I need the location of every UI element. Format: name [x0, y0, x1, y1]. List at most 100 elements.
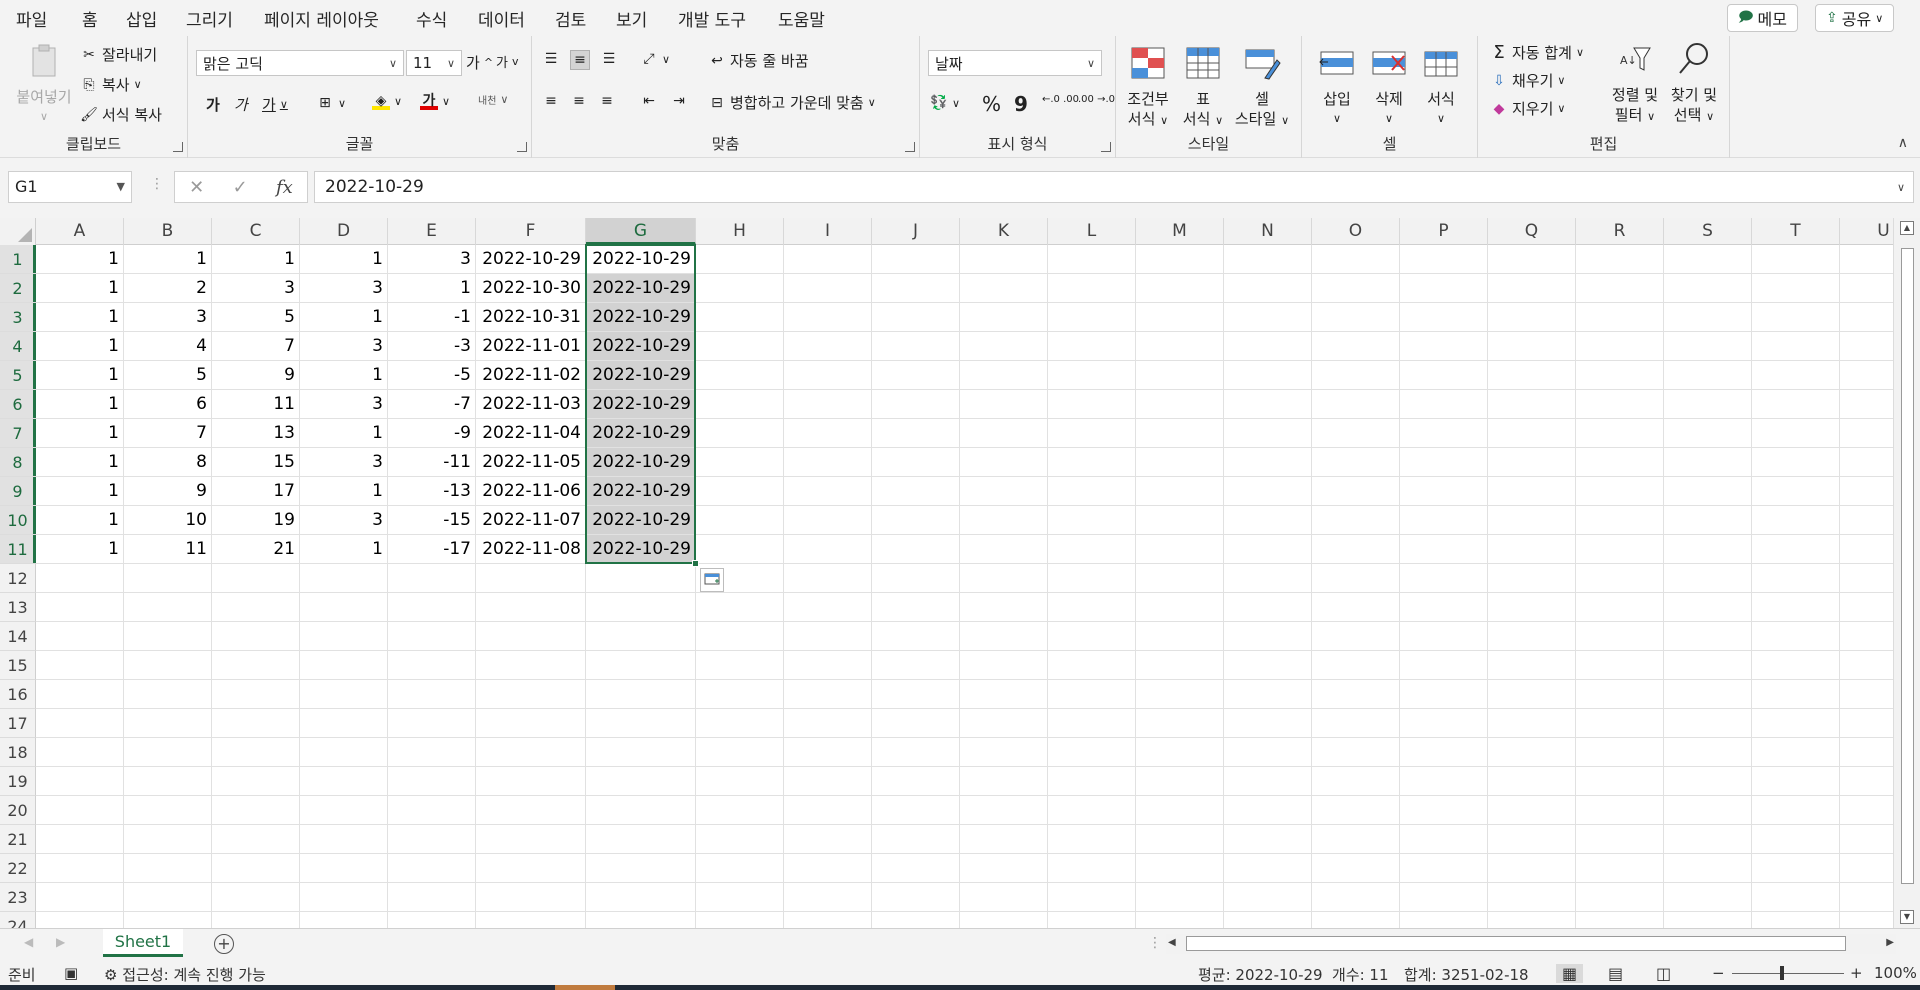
cell-n1[interactable]	[1224, 245, 1312, 274]
cell-q15[interactable]	[1488, 651, 1576, 680]
cell-e24[interactable]	[388, 912, 476, 928]
cell-r15[interactable]	[1576, 651, 1664, 680]
delete-cells-button[interactable]: 삭제 ∨	[1364, 46, 1414, 129]
cell-g20[interactable]	[586, 796, 696, 825]
column-header-k[interactable]: K	[960, 218, 1048, 245]
status-count[interactable]: 개수: 11	[1332, 964, 1389, 985]
cell-t24[interactable]	[1752, 912, 1840, 928]
cell-e18[interactable]	[388, 738, 476, 767]
cell-f11[interactable]: 2022-11-08	[476, 535, 586, 564]
cell-r2[interactable]	[1576, 274, 1664, 303]
cell-f21[interactable]	[476, 825, 586, 854]
cell-j20[interactable]	[872, 796, 960, 825]
cell-o1[interactable]	[1312, 245, 1400, 274]
cell-p3[interactable]	[1400, 303, 1488, 332]
cell-n3[interactable]	[1224, 303, 1312, 332]
cell-f14[interactable]	[476, 622, 586, 651]
column-header-i[interactable]: I	[784, 218, 872, 245]
cell-s4[interactable]	[1664, 332, 1752, 361]
cell-a10[interactable]: 1	[36, 506, 124, 535]
cell-p15[interactable]	[1400, 651, 1488, 680]
cell-n8[interactable]	[1224, 448, 1312, 477]
font-launcher-icon[interactable]	[517, 142, 527, 152]
cell-l14[interactable]	[1048, 622, 1136, 651]
column-header-b[interactable]: B	[124, 218, 212, 245]
cell-f1[interactable]: 2022-10-29	[476, 245, 586, 274]
cell-n21[interactable]	[1224, 825, 1312, 854]
cell-o8[interactable]	[1312, 448, 1400, 477]
cell-f4[interactable]: 2022-11-01	[476, 332, 586, 361]
cell-b3[interactable]: 3	[124, 303, 212, 332]
cell-c14[interactable]	[212, 622, 300, 651]
cell-n14[interactable]	[1224, 622, 1312, 651]
cell-n13[interactable]	[1224, 593, 1312, 622]
row-header-24[interactable]: 24	[0, 912, 36, 928]
cell-h19[interactable]	[696, 767, 784, 796]
cell-b18[interactable]	[124, 738, 212, 767]
cell-k22[interactable]	[960, 854, 1048, 883]
cell-r14[interactable]	[1576, 622, 1664, 651]
cell-e15[interactable]	[388, 651, 476, 680]
merge-center-button[interactable]: ⊟ 병합하고 가운데 맞춤 ∨	[708, 92, 876, 113]
cell-d17[interactable]	[300, 709, 388, 738]
horizontal-scrollbar[interactable]: ◀ ▶	[1166, 934, 1896, 954]
cell-g19[interactable]	[586, 767, 696, 796]
cell-i18[interactable]	[784, 738, 872, 767]
percent-button[interactable]: %	[982, 92, 1001, 116]
cell-r20[interactable]	[1576, 796, 1664, 825]
cell-c19[interactable]	[212, 767, 300, 796]
cell-t22[interactable]	[1752, 854, 1840, 883]
prev-sheet-icon[interactable]: ◀	[24, 935, 33, 949]
cell-b4[interactable]: 4	[124, 332, 212, 361]
cell-g23[interactable]	[586, 883, 696, 912]
row-header-8[interactable]: 8	[0, 448, 36, 477]
cell-o2[interactable]	[1312, 274, 1400, 303]
phonetic-button[interactable]: 내천 ∨	[478, 92, 508, 107]
menu-tab-5[interactable]: 수식	[416, 6, 447, 31]
cell-n15[interactable]	[1224, 651, 1312, 680]
cell-a15[interactable]	[36, 651, 124, 680]
cell-n12[interactable]	[1224, 564, 1312, 593]
cell-f24[interactable]	[476, 912, 586, 928]
cell-d20[interactable]	[300, 796, 388, 825]
cell-a22[interactable]	[36, 854, 124, 883]
cell-e11[interactable]: -17	[388, 535, 476, 564]
cell-o10[interactable]	[1312, 506, 1400, 535]
cell-p17[interactable]	[1400, 709, 1488, 738]
cell-j19[interactable]	[872, 767, 960, 796]
cell-l9[interactable]	[1048, 477, 1136, 506]
cell-o16[interactable]	[1312, 680, 1400, 709]
cell-d4[interactable]: 3	[300, 332, 388, 361]
cell-b11[interactable]: 11	[124, 535, 212, 564]
cell-d6[interactable]: 3	[300, 390, 388, 419]
cell-c3[interactable]: 5	[212, 303, 300, 332]
cell-e12[interactable]	[388, 564, 476, 593]
menu-tab-0[interactable]: 파일	[16, 6, 47, 31]
cell-l13[interactable]	[1048, 593, 1136, 622]
cell-t2[interactable]	[1752, 274, 1840, 303]
cell-d12[interactable]	[300, 564, 388, 593]
cell-b10[interactable]: 10	[124, 506, 212, 535]
cell-q12[interactable]	[1488, 564, 1576, 593]
cell-l24[interactable]	[1048, 912, 1136, 928]
sort-filter-button[interactable]: A↓ 정렬 및 필터 ∨	[1608, 42, 1662, 127]
font-name-select[interactable]: 맑은 고딕 ∨	[196, 50, 404, 76]
cell-f15[interactable]	[476, 651, 586, 680]
cell-a12[interactable]	[36, 564, 124, 593]
cell-a11[interactable]: 1	[36, 535, 124, 564]
cell-p24[interactable]	[1400, 912, 1488, 928]
cell-e5[interactable]: -5	[388, 361, 476, 390]
memo-button[interactable]: 🗩 메모	[1727, 4, 1798, 32]
cell-s11[interactable]	[1664, 535, 1752, 564]
cell-m9[interactable]	[1136, 477, 1224, 506]
cell-r22[interactable]	[1576, 854, 1664, 883]
cell-f18[interactable]	[476, 738, 586, 767]
cell-s14[interactable]	[1664, 622, 1752, 651]
shrink-font-button[interactable]: 가v	[496, 52, 518, 71]
cell-e3[interactable]: -1	[388, 303, 476, 332]
cell-n24[interactable]	[1224, 912, 1312, 928]
cell-g16[interactable]	[586, 680, 696, 709]
cell-q13[interactable]	[1488, 593, 1576, 622]
vertical-scrollbar[interactable]: ▲ ▼	[1893, 218, 1920, 928]
cell-l21[interactable]	[1048, 825, 1136, 854]
